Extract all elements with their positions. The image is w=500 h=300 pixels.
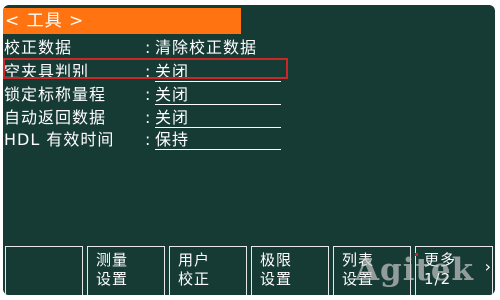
menu-item-separator: : — [145, 38, 151, 57]
menu-item-lock-nominal-range[interactable]: 锁定标称量程 : 关闭 — [3, 83, 495, 107]
menu-item-hdl-valid-time[interactable]: HDL 有效时间 : 保持 — [3, 128, 495, 152]
softkey-user-calibration[interactable]: 用户 校正 — [169, 246, 247, 295]
menu-item-calibration-data[interactable]: 校正数据 : 清除校正数据 — [3, 36, 495, 60]
menu-item-separator: : — [145, 130, 151, 149]
value-underline — [155, 104, 281, 105]
softkey-measure-setup[interactable]: 测量 设置 — [87, 246, 165, 295]
chevron-right-icon: › — [484, 257, 491, 276]
softkey-line2: 设置 — [96, 270, 129, 288]
brand-watermark: Agitek — [355, 252, 475, 288]
instrument-screen: < 工具 > 校正数据 : 清除校正数据 空夹具判别 : 关闭 锁定标称量程 :… — [3, 5, 495, 295]
menu-item-auto-return-data[interactable]: 自动返回数据 : 关闭 — [3, 106, 495, 130]
menu-item-label: HDL 有效时间 — [4, 130, 115, 149]
watermark-dot — [415, 253, 418, 256]
menu-item-value[interactable]: 清除校正数据 — [155, 36, 257, 60]
value-underline — [155, 81, 281, 82]
menu-item-separator: : — [145, 85, 151, 104]
value-underline — [155, 149, 281, 150]
softkey-line2: 设置 — [260, 270, 293, 288]
softkey-line1: 测量 — [96, 251, 129, 269]
selection-highlight — [3, 58, 288, 79]
softkey-line2: 校正 — [178, 270, 211, 288]
softkey-limit-setup[interactable]: 极限 设置 — [251, 246, 329, 295]
softkey-line1: 极限 — [260, 251, 293, 269]
menu-item-label: 校正数据 — [4, 38, 73, 57]
page-title: < 工具 > — [3, 8, 241, 34]
menu-item-label: 锁定标称量程 — [4, 85, 107, 104]
softkey-blank[interactable] — [5, 246, 83, 295]
softkey-line1: 用户 — [178, 251, 211, 269]
menu-item-separator: : — [145, 108, 151, 127]
menu-item-label: 自动返回数据 — [4, 108, 107, 127]
